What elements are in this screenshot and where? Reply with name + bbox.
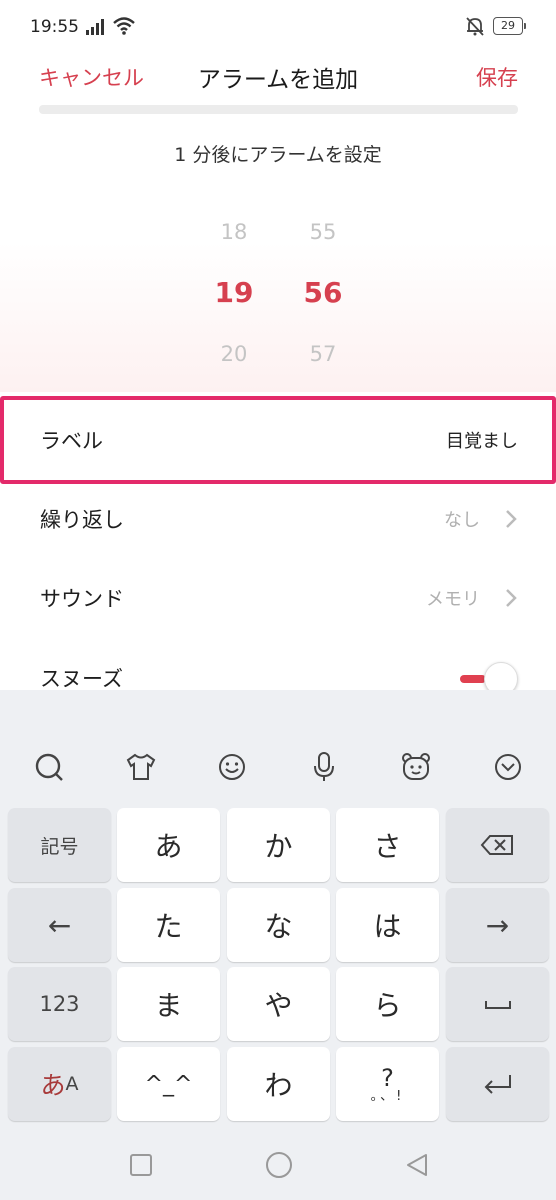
key-space[interactable] (446, 967, 549, 1041)
minute-selected[interactable]: 56 (288, 276, 358, 309)
snooze-title: スヌーズ (40, 667, 123, 691)
key-a[interactable]: あ (117, 808, 220, 882)
battery-icon: 29 (493, 17, 526, 35)
punct-question: ? (381, 1063, 394, 1092)
home-icon[interactable] (264, 1150, 294, 1180)
label-row-highlight (0, 396, 556, 484)
key-wa[interactable]: わ (227, 1047, 330, 1121)
key-cursor-right[interactable]: → (446, 888, 549, 962)
enter-icon (484, 1075, 511, 1094)
signal-icon (86, 19, 104, 35)
alarm-subtitle: 1 分後にアラームを設定 (174, 144, 382, 166)
key-input-mode[interactable]: あA (8, 1047, 111, 1121)
status-bar: 19:55 29 (0, 0, 556, 52)
mode-latin: A (65, 1073, 79, 1095)
sound-title: サウンド (40, 587, 124, 611)
header: キャンセル アラームを追加 保存 (0, 52, 556, 100)
hour-next[interactable]: 20 (199, 342, 269, 366)
page-title: アラームを追加 (197, 67, 359, 93)
key-symbols[interactable]: 記号 (8, 808, 111, 882)
chevron-right-icon (506, 510, 517, 528)
key-na[interactable]: な (227, 888, 330, 962)
back-icon[interactable] (404, 1152, 430, 1178)
smiley-icon[interactable] (215, 750, 249, 784)
bear-icon[interactable] (399, 750, 433, 784)
key-ya[interactable]: や (227, 967, 330, 1041)
space-icon (484, 1001, 511, 1009)
hour-selected[interactable]: 19 (199, 276, 269, 309)
shirt-icon[interactable] (124, 750, 158, 784)
backspace-icon (480, 835, 513, 855)
key-ha[interactable]: は (336, 888, 439, 962)
key-ta[interactable]: た (117, 888, 220, 962)
save-button[interactable]: 保存 (476, 62, 518, 92)
search-bubble-icon[interactable] (32, 750, 66, 784)
repeat-row[interactable]: 繰り返し なし (0, 479, 556, 559)
key-ka[interactable]: か (227, 808, 330, 882)
microphone-icon[interactable] (307, 750, 341, 784)
keyboard-toolbar (0, 738, 556, 798)
collapse-chevron-icon[interactable] (491, 750, 525, 784)
time-picker[interactable]: 1 分後にアラームを設定 18 19 20 55 56 57 (0, 120, 556, 392)
minute-prev[interactable]: 55 (288, 220, 358, 244)
key-sa[interactable]: さ (336, 808, 439, 882)
recents-icon[interactable] (128, 1152, 154, 1178)
key-punctuation[interactable]: ? 。、! (336, 1047, 439, 1121)
navigation-bar (0, 1130, 556, 1200)
repeat-value: なし (444, 510, 480, 531)
status-time: 19:55 (30, 17, 79, 37)
hour-prev[interactable]: 18 (199, 220, 269, 244)
punct-marks: 。、! (370, 1088, 405, 1104)
sound-value: メモリ (426, 589, 480, 610)
sound-row[interactable]: サウンド メモリ (0, 558, 556, 638)
chevron-right-icon (506, 589, 517, 607)
key-ma[interactable]: ま (117, 967, 220, 1041)
header-divider (39, 105, 518, 114)
repeat-title: 繰り返し (40, 508, 124, 532)
key-enter[interactable] (446, 1047, 549, 1121)
key-backspace[interactable] (446, 808, 549, 882)
minute-next[interactable]: 57 (288, 342, 358, 366)
key-emoticon[interactable]: ^_^ (117, 1047, 220, 1121)
toggle-track (460, 675, 486, 683)
key-cursor-left[interactable]: ← (8, 888, 111, 962)
key-ra[interactable]: ら (336, 967, 439, 1041)
wifi-icon (113, 17, 135, 35)
key-numbers[interactable]: 123 (8, 967, 111, 1041)
muted-bell-icon (466, 17, 484, 36)
mode-hiragana: あ (40, 1071, 66, 1100)
